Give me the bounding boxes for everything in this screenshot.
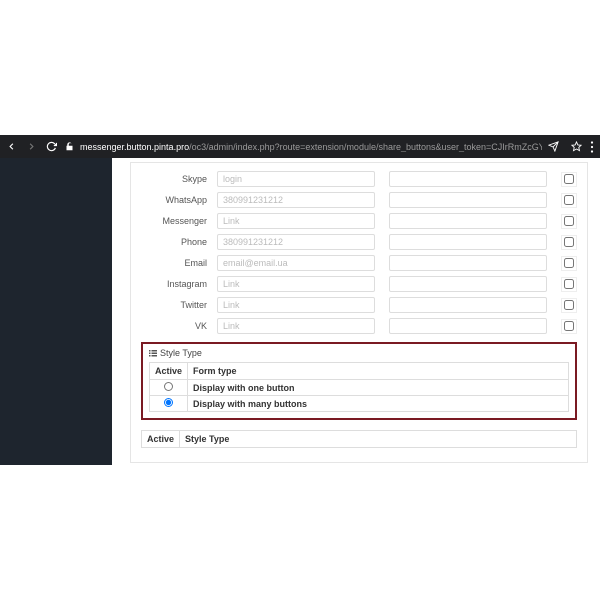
field-input-1[interactable]: [217, 234, 375, 250]
list-icon: [149, 349, 157, 357]
field-input-1[interactable]: [217, 213, 375, 229]
url-text[interactable]: messenger.button.pinta.pro/oc3/admin/ind…: [80, 142, 542, 152]
field-label: WhatsApp: [141, 195, 213, 205]
col-formtype: Form type: [188, 363, 569, 380]
field-input-2[interactable]: [389, 255, 547, 271]
field-input-1[interactable]: [217, 276, 375, 292]
field-checkbox[interactable]: [564, 279, 574, 289]
field-checkbox-wrap: [561, 298, 577, 313]
col-active: Active: [150, 363, 188, 380]
field-input-1[interactable]: [217, 255, 375, 271]
field-row: Email: [141, 255, 577, 271]
reload-icon[interactable]: [46, 141, 57, 152]
star-icon[interactable]: [571, 141, 582, 152]
col2-active: Active: [142, 431, 180, 448]
form-panel: Skype WhatsApp Messenger Phone Email Instagra…: [130, 162, 588, 463]
field-row: Instagram: [141, 276, 577, 292]
style-radio[interactable]: [164, 398, 173, 407]
style-type-title: Style Type: [149, 348, 569, 358]
field-label: Skype: [141, 174, 213, 184]
style-radio[interactable]: [164, 382, 173, 391]
field-input-2[interactable]: [389, 234, 547, 250]
field-label: Email: [141, 258, 213, 268]
field-label: Phone: [141, 237, 213, 247]
field-checkbox[interactable]: [564, 321, 574, 331]
field-label: VK: [141, 321, 213, 331]
main-content: Skype WhatsApp Messenger Phone Email Instagra…: [112, 158, 600, 465]
field-row: Phone: [141, 234, 577, 250]
style-type-panel: Style Type Active Form type Display with…: [141, 342, 577, 420]
field-checkbox-wrap: [561, 172, 577, 187]
field-row: Skype: [141, 171, 577, 187]
field-row: Messenger: [141, 213, 577, 229]
field-row: WhatsApp: [141, 192, 577, 208]
field-checkbox-wrap: [561, 235, 577, 250]
table-row: Display with many buttons: [150, 396, 569, 412]
field-checkbox[interactable]: [564, 237, 574, 247]
field-label: Messenger: [141, 216, 213, 226]
field-input-2[interactable]: [389, 318, 547, 334]
field-label: Twitter: [141, 300, 213, 310]
field-checkbox-wrap: [561, 277, 577, 292]
field-input-2[interactable]: [389, 276, 547, 292]
field-row: Twitter: [141, 297, 577, 313]
send-icon[interactable]: [548, 141, 559, 152]
style-type-table: Active Form type Display with one button…: [149, 362, 569, 412]
field-checkbox-wrap: [561, 193, 577, 208]
field-input-1[interactable]: [217, 192, 375, 208]
field-input-2[interactable]: [389, 297, 547, 313]
field-checkbox[interactable]: [564, 300, 574, 310]
forward-icon[interactable]: [26, 141, 37, 152]
field-label: Instagram: [141, 279, 213, 289]
field-checkbox-wrap: [561, 214, 577, 229]
menu-dots-icon[interactable]: [590, 141, 594, 153]
field-checkbox-wrap: [561, 319, 577, 334]
field-row: VK: [141, 318, 577, 334]
col2-style: Style Type: [180, 431, 577, 448]
field-input-1[interactable]: [217, 318, 375, 334]
field-input-2[interactable]: [389, 213, 547, 229]
field-checkbox[interactable]: [564, 258, 574, 268]
field-input-1[interactable]: [217, 171, 375, 187]
style-row-label: Display with many buttons: [188, 396, 569, 412]
back-icon[interactable]: [6, 141, 17, 152]
field-input-1[interactable]: [217, 297, 375, 313]
style-row-label: Display with one button: [188, 380, 569, 396]
secondary-table: Active Style Type: [141, 430, 577, 448]
field-checkbox[interactable]: [564, 174, 574, 184]
admin-sidebar: [0, 158, 112, 465]
field-checkbox[interactable]: [564, 216, 574, 226]
field-input-2[interactable]: [389, 171, 547, 187]
field-input-2[interactable]: [389, 192, 547, 208]
field-checkbox[interactable]: [564, 195, 574, 205]
field-checkbox-wrap: [561, 256, 577, 271]
lock-icon: [65, 142, 74, 151]
browser-toolbar: messenger.button.pinta.pro/oc3/admin/ind…: [0, 135, 600, 158]
table-row: Display with one button: [150, 380, 569, 396]
